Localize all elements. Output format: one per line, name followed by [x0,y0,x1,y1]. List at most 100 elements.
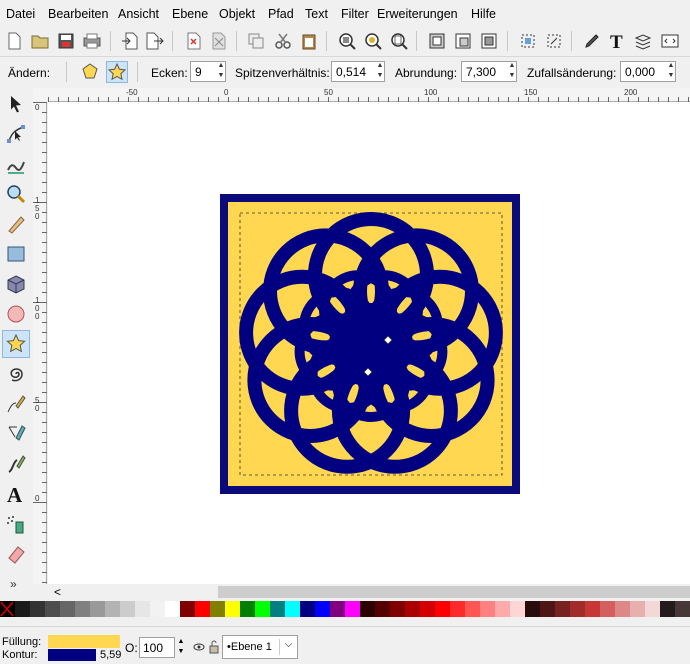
layer-visibility-icon[interactable] [193,640,205,654]
color-swatch[interactable] [375,601,390,617]
menu-pfad[interactable]: Pfad [268,7,294,21]
color-swatch[interactable] [480,601,495,617]
redo-icon[interactable] [209,31,229,51]
import-icon[interactable] [120,31,140,51]
eraser-tool-icon[interactable] [2,540,30,568]
menu-filter[interactable]: Filter [341,7,369,21]
color-swatch[interactable] [285,601,300,617]
color-swatch[interactable] [420,601,435,617]
cut-icon[interactable] [273,31,293,51]
group-icon[interactable] [427,31,447,51]
color-swatch[interactable] [540,601,555,617]
new-document-icon[interactable] [4,31,24,51]
color-swatch[interactable] [675,601,690,617]
layer-dropdown[interactable]: •Ebene 1 ⌵ [222,635,298,659]
stroke-indicator[interactable] [48,649,96,661]
toolbox-more[interactable]: » [10,577,17,591]
node-tool-icon[interactable] [2,120,30,148]
menu-datei[interactable]: Datei [6,7,35,21]
color-swatch[interactable] [615,601,630,617]
pen-tool-icon[interactable] [2,420,30,448]
color-swatch[interactable] [60,601,75,617]
color-swatch[interactable] [360,601,375,617]
color-swatch[interactable] [585,601,600,617]
stroke-width-value[interactable]: 5,59 [100,649,121,661]
zoom-tool-icon[interactable] [2,180,30,208]
scroll-left-arrow[interactable]: < [54,585,61,599]
ellipse-tool-icon[interactable] [2,300,30,328]
fill-indicator[interactable] [48,635,120,648]
star-tool-icon[interactable] [2,330,30,358]
menu-text[interactable]: Text [305,7,328,21]
zoom-drawing-icon[interactable] [363,31,383,51]
zoom-selection-icon[interactable] [337,31,357,51]
layer-lock-icon[interactable] [209,640,219,654]
save-icon[interactable] [56,31,76,51]
color-swatch[interactable] [645,601,660,617]
corners-spinner[interactable]: ▲ ▼ [216,61,226,82]
drawing-canvas[interactable] [48,102,690,584]
menu-bearbeiten[interactable]: Bearbeiten [48,7,108,21]
random-spinner[interactable]: ▲ ▼ [666,61,676,82]
open-folder-icon[interactable] [30,31,50,51]
print-icon[interactable] [82,31,102,51]
color-swatch[interactable] [135,601,150,617]
color-swatch[interactable] [210,601,225,617]
color-swatch[interactable] [600,601,615,617]
color-swatch[interactable] [225,601,240,617]
opacity-input[interactable]: 100 [139,637,175,658]
color-swatch[interactable] [195,601,210,617]
star-mode-icon[interactable] [106,61,128,83]
object-properties-icon[interactable] [479,31,499,51]
export-icon[interactable] [145,31,165,51]
ungroup-icon[interactable] [453,31,473,51]
transform-icon[interactable] [544,31,564,51]
color-swatch[interactable] [630,601,645,617]
rounding-spinner[interactable]: ▲ ▼ [507,61,517,82]
color-swatch[interactable] [390,601,405,617]
color-swatch[interactable] [45,601,60,617]
color-swatch[interactable] [510,601,525,617]
polygon-mode-icon[interactable] [80,61,100,81]
menu-erweiterungen[interactable]: Erweiterungen [377,7,458,21]
ratio-spinner[interactable]: ▲ ▼ [375,61,385,82]
duplicate-icon[interactable] [246,31,266,51]
paste-icon[interactable] [299,31,319,51]
menu-ebene[interactable]: Ebene [172,7,208,21]
color-swatch[interactable] [300,601,315,617]
color-swatch[interactable] [15,601,30,617]
fill-stroke-icon[interactable] [582,31,602,51]
color-swatch[interactable] [495,601,510,617]
opacity-spinner[interactable]: ▲ ▼ [176,637,186,658]
menu-objekt[interactable]: Objekt [219,7,255,21]
text-tool-icon[interactable]: A [2,480,30,508]
color-swatch[interactable] [240,601,255,617]
selector-tool-icon[interactable] [2,90,30,118]
menu-ansicht[interactable]: Ansicht [118,7,159,21]
undo-icon[interactable] [184,31,204,51]
xml-editor-icon[interactable] [660,31,680,51]
color-swatch[interactable] [120,601,135,617]
color-swatch[interactable] [435,601,450,617]
rectangle-tool-icon[interactable] [2,240,30,268]
color-swatch[interactable] [105,601,120,617]
color-swatch[interactable] [525,601,540,617]
color-swatch[interactable] [150,601,165,617]
scroll-thumb[interactable] [218,586,690,598]
color-swatch[interactable] [405,601,420,617]
color-swatch[interactable] [570,601,585,617]
color-swatch[interactable] [660,601,675,617]
align-icon[interactable] [518,31,538,51]
menu-hilfe[interactable]: Hilfe [471,7,496,21]
text-font-icon[interactable]: T [607,31,627,51]
tweak-tool-icon[interactable] [2,150,30,178]
color-swatch[interactable] [315,601,330,617]
color-swatch[interactable] [180,601,195,617]
3d-box-tool-icon[interactable] [2,270,30,298]
color-swatch[interactable] [345,601,360,617]
color-swatch[interactable] [165,601,180,617]
color-swatch[interactable] [270,601,285,617]
zoom-page-icon[interactable] [389,31,409,51]
spiral-tool-icon[interactable] [2,360,30,388]
horizontal-scrollbar[interactable]: < [48,584,690,600]
